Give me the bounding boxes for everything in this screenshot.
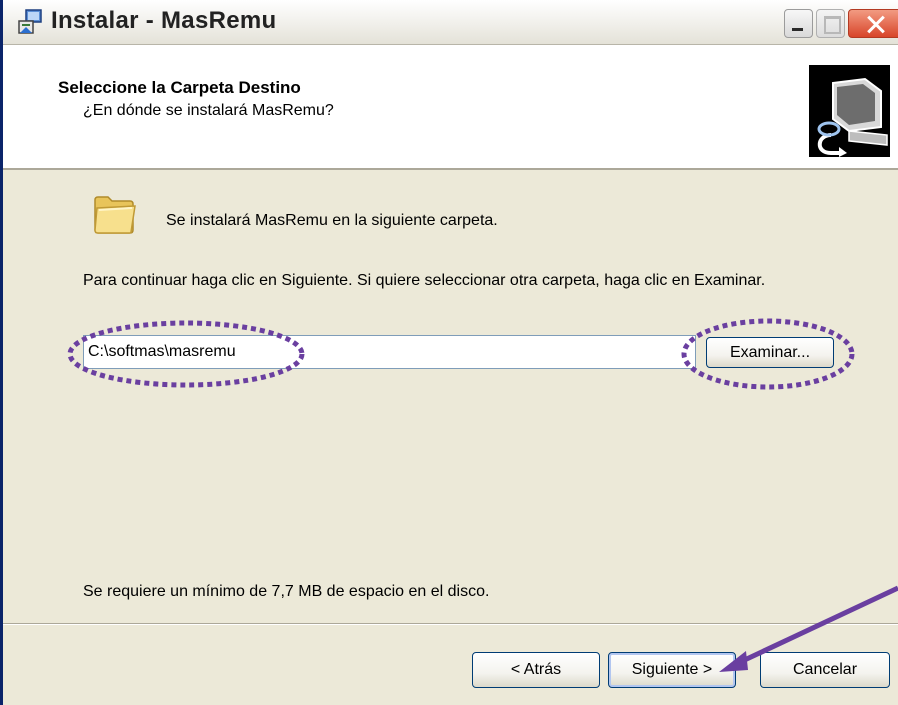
- instructions-text: Para continuar haga clic en Siguiente. S…: [83, 272, 766, 289]
- installer-icon: [18, 9, 42, 34]
- close-button[interactable]: [848, 9, 898, 38]
- computer-install-icon: [809, 65, 890, 157]
- footer-divider: [3, 623, 898, 625]
- installer-window: Instalar - MasRemu Seleccione la Carpeta…: [0, 0, 898, 705]
- browse-button[interactable]: Examinar...: [706, 337, 834, 368]
- page-subtitle: ¿En dónde se instalará MasRemu?: [83, 102, 334, 119]
- cancel-button[interactable]: Cancelar: [760, 652, 890, 688]
- window-title: Instalar - MasRemu: [51, 7, 277, 34]
- next-button[interactable]: Siguiente >: [608, 652, 736, 688]
- destination-folder-text: Se instalará MasRemu en la siguiente car…: [166, 212, 498, 229]
- disk-space-text: Se requiere un mínimo de 7,7 MB de espac…: [83, 583, 490, 600]
- destination-path-input[interactable]: [83, 335, 696, 369]
- maximize-button: [816, 9, 845, 38]
- wizard-header: Seleccione la Carpeta Destino ¿En dónde …: [3, 45, 898, 170]
- minimize-button[interactable]: [784, 9, 813, 38]
- title-bar[interactable]: Instalar - MasRemu: [3, 0, 898, 45]
- folder-icon: [94, 196, 136, 234]
- wizard-body: Se instalará MasRemu en la siguiente car…: [3, 170, 898, 625]
- back-button[interactable]: < Atrás: [472, 652, 600, 688]
- page-title: Seleccione la Carpeta Destino: [58, 78, 301, 97]
